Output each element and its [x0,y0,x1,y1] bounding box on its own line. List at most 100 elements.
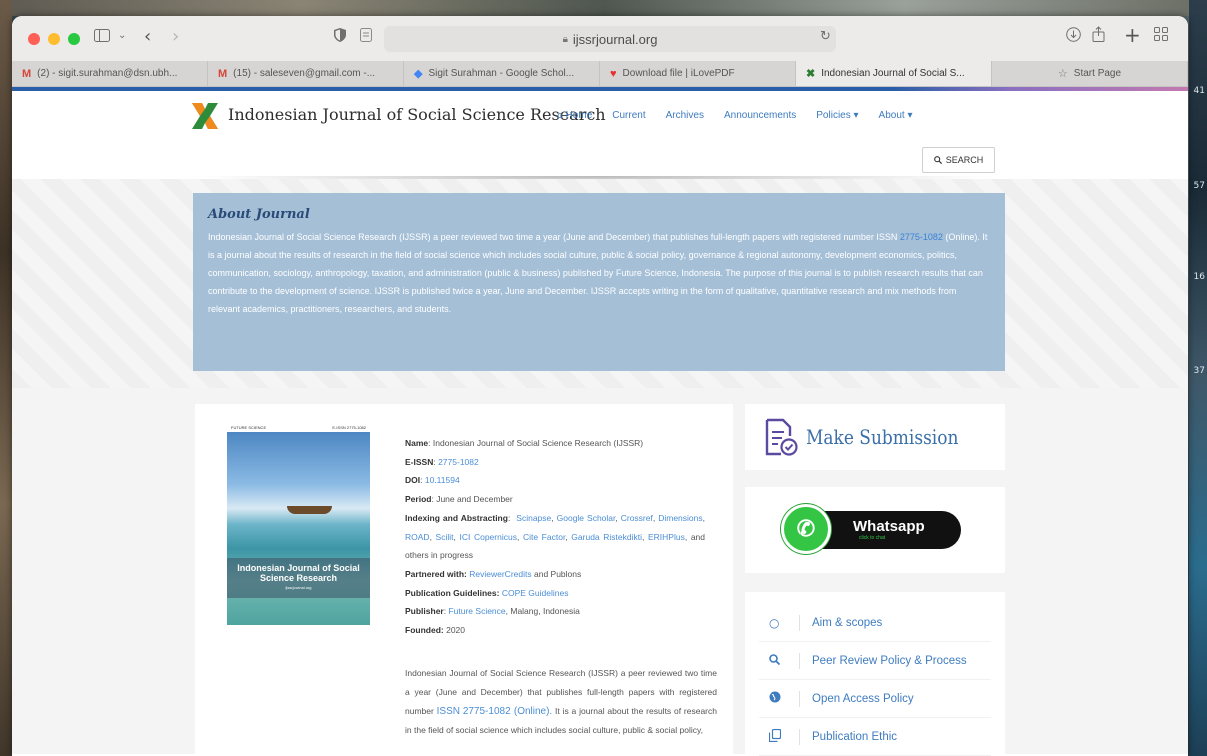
issn-link[interactable]: 2775-1082 [900,232,943,242]
tab-overview-icon[interactable] [1154,27,1168,45]
reader-view-icon[interactable] [360,28,372,46]
indexing-link[interactable]: ERIHPlus [648,532,685,542]
close-window-button[interactable] [28,32,40,45]
indexing-link[interactable]: ROAD [405,532,430,542]
nav-about[interactable]: About ▾ [879,110,913,121]
doi-link[interactable]: 10.11594 [425,475,460,485]
indexing-link[interactable]: Dimensions [658,513,702,523]
policy-item-aim-scopes[interactable]: ○ Aim & scopes [759,604,991,642]
indexing-link[interactable]: Google Scholar [557,513,616,523]
divider [799,652,800,669]
make-submission-button[interactable]: Make Submission [745,404,1005,470]
search-button[interactable]: SEARCH [922,147,995,173]
browser-tab[interactable]: ◆ Sigit Surahman - Google Schol... [404,61,600,86]
nav-home-label: Home [565,110,593,121]
site-title[interactable]: Indonesian Journal of Social Science Res… [228,105,606,124]
indexing-link[interactable]: Garuda Ristekdikti [571,532,642,542]
desktop-background-right: 41 57 16 37 [1189,0,1207,756]
chevron-down-icon[interactable]: ⌄ [118,30,126,41]
meta-eissn: E-ISSN: 2775-1082 [405,456,479,467]
policy-item-open-access[interactable]: Open Access Policy [759,680,991,718]
about-text-part: Indonesian Journal of Social Science Res… [208,232,900,242]
issn-link[interactable]: ISSN [437,706,460,717]
globe-icon [769,691,793,706]
reload-icon[interactable]: ↻ [820,29,831,44]
zoom-window-button[interactable] [68,32,80,45]
tab-label: (15) - saleseven@gmail.com -... [233,68,376,79]
tab-bar: M (2) - sigit.surahman@dsn.ubh... M (15)… [12,61,1188,87]
policy-item-publication-ethic[interactable]: Publication Ethic [759,718,991,756]
meta-value: and Publons [533,568,582,579]
journal-cover-image[interactable]: FUTURE SCIENCE E-ISSN 2775-1082 Indonesi… [227,424,370,625]
meta-period: Period: June and December [405,494,513,505]
meta-founded: Founded: 2020 [405,621,705,640]
meta-name: Name: Indonesian Journal of Social Scien… [405,438,644,448]
whatsapp-chat-button[interactable]: ✆ Whatsapp click to chat [781,504,961,554]
indexing-link[interactable]: Cite Factor [523,532,565,542]
indexing-link[interactable]: Crossref [621,513,653,523]
meta-label: Publisher [405,606,444,617]
reviewercredits-link[interactable]: ReviewerCredits [469,569,531,579]
browser-tab-active[interactable]: ✖ Indonesian Journal of Social S... [796,61,992,86]
desktop-background-left [0,0,12,756]
meta-indexing: Indexing and Abstracting: Scinapse, Goog… [405,512,705,561]
whatsapp-sublabel: click to chat [859,535,886,541]
indexing-link[interactable]: ICI Copernicus [459,532,516,542]
star-icon: ☆ [1057,68,1068,80]
cover-publisher: FUTURE SCIENCE [231,425,267,430]
sidebar-toggle-icon[interactable] [94,29,110,46]
browser-window: ⌄ ‹ › 🔒︎ ijssrjournal.org ↻ + M (2) - si… [12,16,1188,756]
journal-logo-icon[interactable] [192,103,218,129]
about-banner: About Journal Indonesian Journal of Soci… [12,179,1188,388]
policy-list: ○ Aim & scopes Peer Review Policy & Proc… [759,604,991,756]
copy-icon [768,728,793,745]
publisher-link[interactable]: Future Science [448,606,505,616]
whatsapp-phone-icon: ✆ [781,504,831,554]
meta-label: Partnered with: [405,568,467,579]
meta-value: Indonesian Journal of Social Science Res… [432,438,644,448]
share-icon[interactable] [1092,26,1105,46]
downloads-icon[interactable] [1066,27,1081,46]
new-tab-icon[interactable]: + [1124,23,1141,47]
policy-item-peer-review[interactable]: Peer Review Policy & Process [759,642,991,680]
ilovepdf-icon: ♥ [610,67,617,80]
meta-label: E-ISSN [405,456,434,467]
nav-announcements[interactable]: Announcements [724,110,796,121]
policy-label: Peer Review Policy & Process [812,654,967,667]
meta-value: , Malang, Indonesia [505,606,580,617]
indexing-link[interactable]: Scilit [436,532,454,542]
browser-tab[interactable]: M (2) - sigit.surahman@dsn.ubh... [12,61,208,86]
browser-tab[interactable]: M (15) - saleseven@gmail.com -... [208,61,404,86]
meta-label: Publication Guidelines: [405,587,500,598]
privacy-shield-icon[interactable] [334,28,346,46]
cope-link[interactable]: COPE Guidelines [502,588,569,598]
nav-policies-label: Policies [816,110,851,121]
desktop-number: 16 [1193,272,1205,282]
browser-tab[interactable]: ♥ Download file | iLovePDF [600,61,796,86]
nav-current[interactable]: Current [612,110,645,121]
indexing-link[interactable]: Scinapse [516,513,551,523]
desktop-number: 57 [1193,181,1205,191]
browser-tab[interactable]: ☆ Start Page [992,61,1188,86]
cover-header: FUTURE SCIENCE E-ISSN 2775-1082 [227,424,370,432]
meta-publisher: Publisher: Future Science, Malang, Indon… [405,606,580,617]
eissn-link[interactable]: 2775-1082 [438,457,479,467]
ijssr-icon: ✖ [806,68,816,80]
address-bar[interactable]: 🔒︎ ijssrjournal.org [384,26,836,52]
home-icon: ⌂ [557,111,566,121]
browser-toolbar: ⌄ ‹ › 🔒︎ ijssrjournal.org ↻ + [12,16,1188,61]
back-button[interactable]: ‹ [144,26,151,47]
divider [799,614,800,631]
nav-home[interactable]: ⌂ Home [557,110,592,121]
policy-label: Open Access Policy [812,692,914,705]
divider [799,728,800,745]
gmail-icon: M [22,67,32,80]
nav-policies[interactable]: Policies ▾ [816,110,858,121]
nav-archives[interactable]: Archives [666,110,704,121]
window-controls [28,32,80,45]
meta-value: June and December [436,494,513,505]
minimize-window-button[interactable] [48,32,60,45]
forward-button[interactable]: › [172,26,179,47]
meta-guidelines: Publication Guidelines: COPE Guidelines [405,584,705,603]
meta-label: Period [405,494,432,505]
